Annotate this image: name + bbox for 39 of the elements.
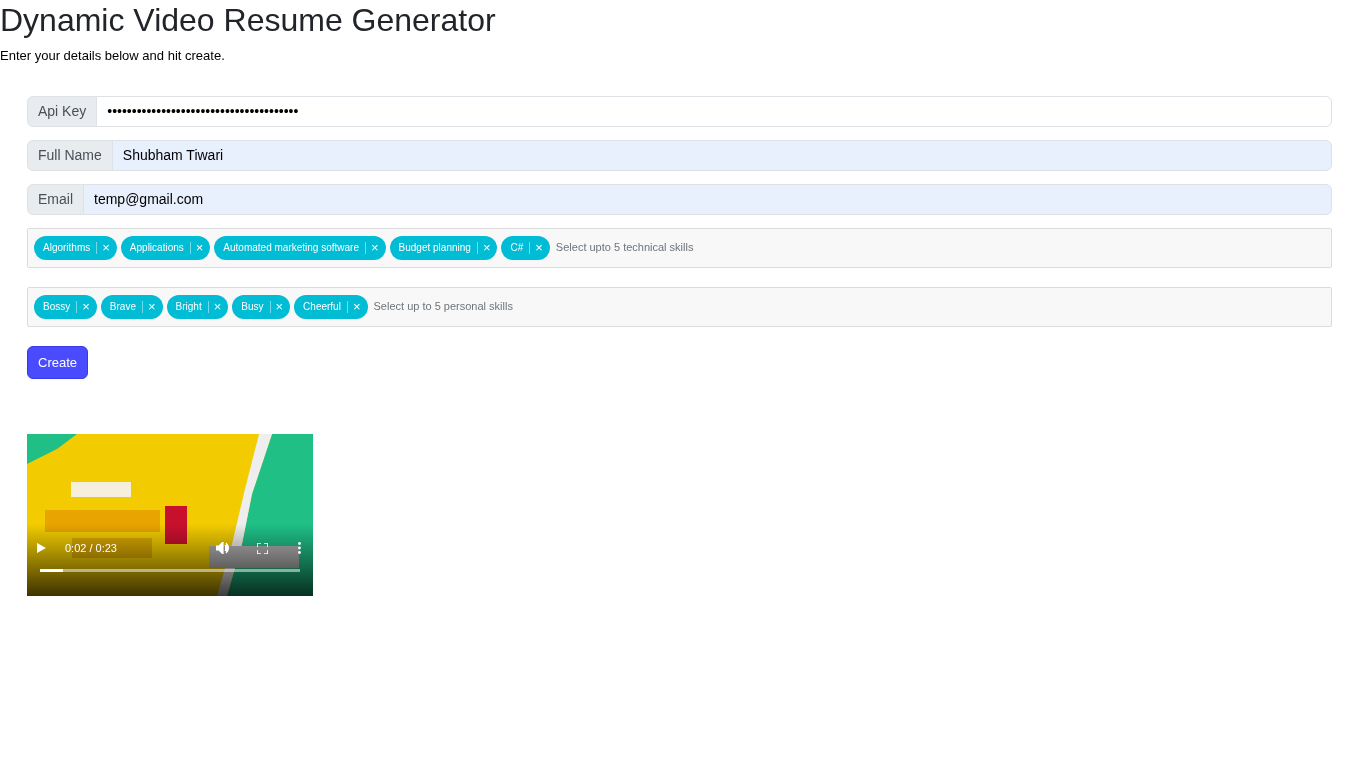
input-field[interactable]: temp@gmail.com [83,183,1332,215]
input-field[interactable]: ••••••••••••••••••••••••••••••••••••••• [96,95,1332,127]
remove-tag-button[interactable]: × [97,241,117,254]
field-label: Full Name [27,139,113,171]
tag-label: C# [510,241,524,255]
video-time: 0:02 / 0:23 [65,541,117,556]
remove-tag-button[interactable]: × [366,241,386,254]
remove-tag-button[interactable]: × [347,300,368,313]
remove-tag-button[interactable]: × [190,241,211,254]
field-label: Email [27,183,84,215]
volume-icon[interactable] [216,542,230,555]
tag-label: Budget planning [398,241,471,255]
tag-label: Bright [175,300,202,314]
fullscreen-icon[interactable] [257,542,268,554]
create-button[interactable]: Create [27,345,89,379]
tag-input-field[interactable]: Algorithms × Applications × Automated marketing software × Budget planning × C# × Select upto 5 technical skills [27,227,1332,268]
remove-tag-button[interactable]: × [530,241,550,254]
remove-tag-button[interactable]: × [77,300,97,313]
tag-placeholder: Select up to 5 personal skills [373,299,513,315]
instruction-text: Enter your details below and hit create. [0,47,226,65]
tag-label: Busy [241,300,264,314]
tag-label: Automated marketing software [223,241,359,255]
remove-tag-button[interactable]: × [208,300,229,313]
play-icon[interactable] [37,543,46,554]
more-options-icon[interactable] [298,542,301,555]
page-title: Dynamic Video Resume Generator [0,1,497,40]
tag-placeholder: Select upto 5 technical skills [555,240,694,256]
tag-label: Bossy [43,300,71,314]
tag-label: Algorithms [43,241,91,255]
remove-tag-button[interactable]: × [477,241,498,254]
progress-track[interactable] [40,569,300,572]
input-field[interactable]: Shubham Tiwari [111,139,1332,171]
remove-tag-button[interactable]: × [270,300,291,313]
tag-input-field[interactable]: Bossy × Brave × Bright × Busy × Cheerful × Select up to 5 personal skills [27,286,1332,327]
field-label: Api Key [27,95,98,127]
tag-label: Cheerful [303,300,341,314]
tag-label: Brave [109,300,136,314]
tag-label: Applications [129,241,184,255]
remove-tag-button[interactable]: × [142,300,163,313]
